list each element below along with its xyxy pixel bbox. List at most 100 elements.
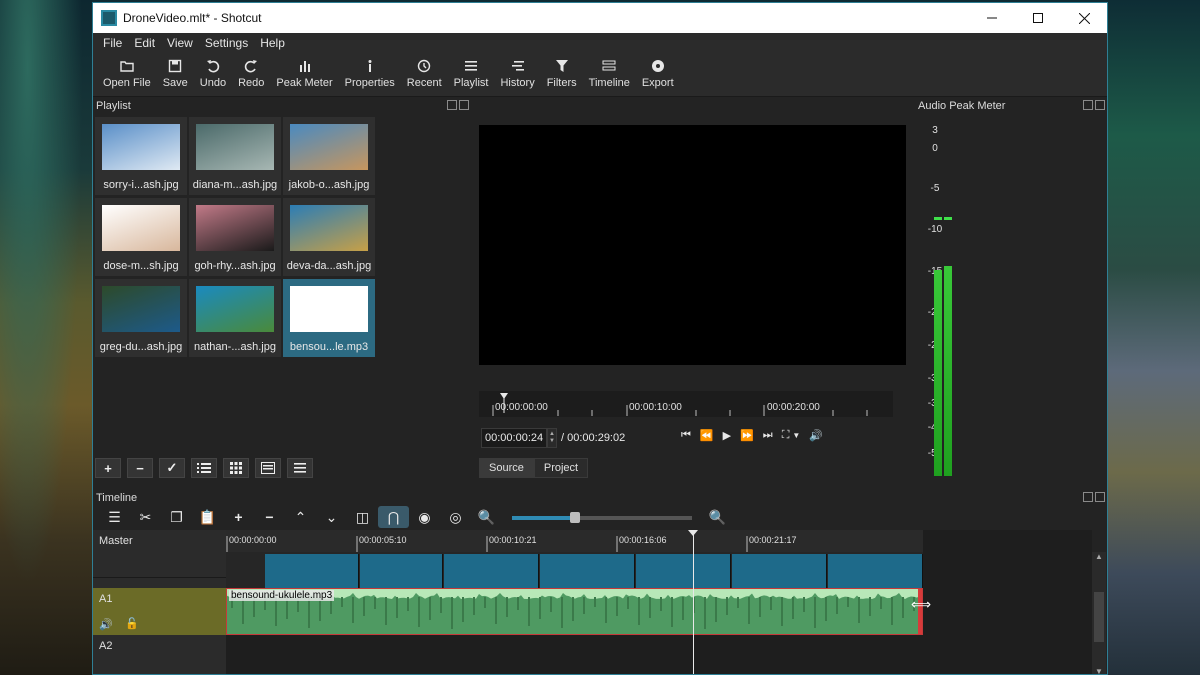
- playlist-item[interactable]: jakob-o...ash.jpg: [283, 117, 375, 195]
- cut-button[interactable]: ✂: [130, 506, 161, 528]
- play-icon[interactable]: ▶: [723, 429, 731, 442]
- track-header-master[interactable]: Master: [93, 530, 226, 578]
- scrollbar-thumb[interactable]: [1094, 592, 1104, 642]
- track-header-a1[interactable]: A1 🔊 🔓: [93, 588, 226, 635]
- playlist-thumbnail: [196, 205, 274, 251]
- timeline-menu-button[interactable]: ☰: [99, 506, 130, 528]
- playlist-item[interactable]: greg-du...ash.jpg: [95, 279, 187, 357]
- zoom-slider-knob[interactable]: [570, 512, 580, 523]
- video-clip[interactable]: [444, 554, 539, 588]
- close-dock-icon[interactable]: [1095, 100, 1105, 110]
- video-preview[interactable]: [479, 125, 906, 365]
- track-header-a2[interactable]: A2: [93, 635, 226, 674]
- playlist-item[interactable]: goh-rhy...ash.jpg: [189, 198, 281, 276]
- tab-source[interactable]: Source: [479, 458, 534, 478]
- float-dock-icon[interactable]: [1083, 100, 1093, 110]
- close-dock-icon[interactable]: [459, 100, 469, 110]
- timeline-ruler[interactable]: 00:00:00:00 00:00:05:10 00:00:10:21 00:0…: [226, 530, 923, 552]
- maximize-button[interactable]: [1015, 3, 1061, 33]
- fast-forward-icon[interactable]: ⏩: [740, 429, 754, 442]
- zoom-slider[interactable]: [512, 512, 692, 523]
- paste-button[interactable]: 📋: [192, 506, 223, 528]
- overwrite-button[interactable]: ⌄: [316, 506, 347, 528]
- playlist-item[interactable]: diana-m...ash.jpg: [189, 117, 281, 195]
- lock-icon[interactable]: 🔓: [125, 617, 139, 630]
- peak-meter-button[interactable]: Peak Meter: [270, 53, 338, 89]
- rewind-icon[interactable]: ⏪: [700, 429, 714, 442]
- snap-button[interactable]: ⋂: [378, 506, 409, 528]
- float-dock-icon[interactable]: [1083, 492, 1093, 502]
- tab-project[interactable]: Project: [533, 458, 589, 478]
- menu-file[interactable]: File: [97, 36, 128, 50]
- export-button[interactable]: Export: [636, 53, 680, 89]
- remove-from-playlist-button[interactable]: −: [127, 458, 153, 478]
- skip-to-end-icon[interactable]: ⏭: [763, 429, 773, 442]
- timeline-vertical-scrollbar[interactable]: ▲ ▼: [1092, 552, 1106, 674]
- video-clip[interactable]: [540, 554, 635, 588]
- volume-icon[interactable]: 🔊: [809, 429, 823, 442]
- save-button[interactable]: Save: [157, 53, 194, 89]
- player-time-ruler[interactable]: 00:00:00:00 00:00:10:00 00:00:20:00: [479, 391, 893, 417]
- video-clip[interactable]: [265, 554, 359, 588]
- open-file-button[interactable]: Open File: [97, 53, 157, 89]
- minimize-button[interactable]: [969, 3, 1015, 33]
- details-view-button[interactable]: [255, 458, 281, 478]
- video-clip[interactable]: [732, 554, 827, 588]
- undo-button[interactable]: Undo: [194, 53, 232, 89]
- track-name-a2: A2: [99, 640, 113, 652]
- scroll-down-icon[interactable]: ▼: [1092, 667, 1106, 674]
- menu-edit[interactable]: Edit: [128, 36, 161, 50]
- video-clip[interactable]: [360, 554, 443, 588]
- timeline-tick-2: 00:00:10:21: [489, 535, 537, 545]
- playlist-item[interactable]: bensou...le.mp3: [283, 279, 375, 357]
- timeline-button[interactable]: Timeline: [583, 53, 636, 89]
- float-dock-icon[interactable]: [447, 100, 457, 110]
- speaker-icon[interactable]: 🔊: [99, 618, 113, 631]
- split-button[interactable]: ◫: [347, 506, 378, 528]
- add-to-playlist-button[interactable]: +: [95, 458, 121, 478]
- zoom-in-button[interactable]: 🔍: [702, 506, 733, 528]
- time-spinner[interactable]: ▲ ▼: [547, 428, 557, 448]
- desktop-background-right: [1108, 0, 1200, 675]
- scrub-button[interactable]: ◉: [409, 506, 440, 528]
- history-button[interactable]: History: [494, 53, 540, 89]
- playlist-menu-button[interactable]: [287, 458, 313, 478]
- meter-scale-label: 0: [932, 143, 938, 154]
- menu-view[interactable]: View: [161, 36, 199, 50]
- video-clip[interactable]: [828, 554, 923, 588]
- zoom-dropdown-icon[interactable]: ▼: [792, 431, 800, 440]
- recent-button[interactable]: Recent: [401, 53, 448, 89]
- video-track[interactable]: [226, 552, 923, 588]
- close-button[interactable]: [1061, 3, 1107, 33]
- copy-button[interactable]: ❐: [161, 506, 192, 528]
- playlist-item[interactable]: sorry-i...ash.jpg: [95, 117, 187, 195]
- list-view-button[interactable]: [191, 458, 217, 478]
- timeline-tick-1: 00:00:05:10: [359, 535, 407, 545]
- grid-view-button[interactable]: [223, 458, 249, 478]
- filters-button[interactable]: Filters: [541, 53, 583, 89]
- playlist-item[interactable]: nathan-...ash.jpg: [189, 279, 281, 357]
- menu-icon: ☰: [108, 508, 121, 525]
- current-time-input[interactable]: 00:00:00:24: [481, 428, 547, 448]
- video-clip[interactable]: [636, 554, 731, 588]
- playlist-button[interactable]: Playlist: [448, 53, 495, 89]
- playlist-item[interactable]: deva-da...ash.jpg: [283, 198, 375, 276]
- close-dock-icon[interactable]: [1095, 492, 1105, 502]
- zoom-out-button[interactable]: 🔍: [471, 506, 502, 528]
- redo-button[interactable]: Redo: [232, 53, 270, 89]
- zoom-fit-icon[interactable]: ⛶: [782, 429, 790, 442]
- lift-button[interactable]: ⌃: [285, 506, 316, 528]
- update-button[interactable]: ✓: [159, 458, 185, 478]
- properties-button[interactable]: Properties: [339, 53, 401, 89]
- timeline-tracks[interactable]: 00:00:00:00 00:00:05:10 00:00:10:21 00:0…: [226, 530, 1092, 674]
- timeline-playhead[interactable]: [693, 530, 694, 674]
- skip-to-start-icon[interactable]: ⏮: [681, 429, 691, 442]
- menu-settings[interactable]: Settings: [199, 36, 254, 50]
- append-button[interactable]: +: [223, 506, 254, 528]
- playlist-item[interactable]: dose-m...sh.jpg: [95, 198, 187, 276]
- menu-help[interactable]: Help: [254, 36, 291, 50]
- ripple-button[interactable]: ◎: [440, 506, 471, 528]
- ripple-delete-button[interactable]: −: [254, 506, 285, 528]
- audio-clip[interactable]: bensound-ukulele.mp3: [226, 588, 923, 635]
- scroll-up-icon[interactable]: ▲: [1092, 552, 1106, 561]
